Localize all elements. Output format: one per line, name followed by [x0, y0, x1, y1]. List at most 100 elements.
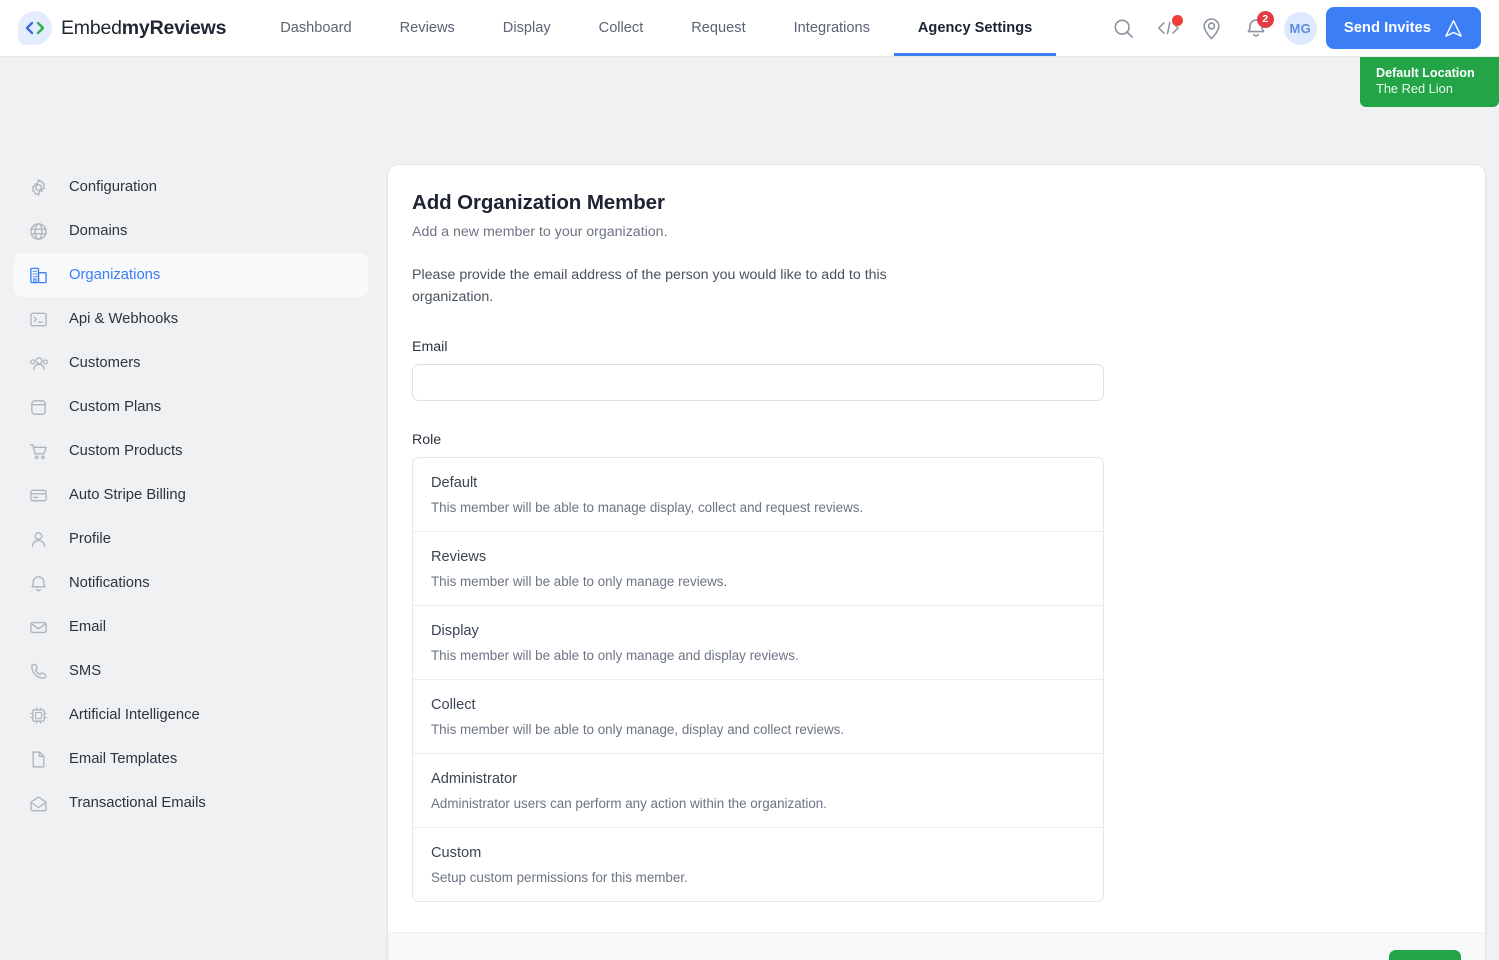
sidebar-item-auto-stripe-billing[interactable]: Auto Stripe Billing [14, 473, 368, 517]
open-envelope-icon [28, 793, 49, 814]
role-option-display[interactable]: Display This member will be able to only… [413, 605, 1103, 679]
search-icon[interactable] [1102, 6, 1146, 50]
settings-sidebar: Configuration Domains Organizations Api … [0, 57, 388, 960]
sidebar-label: Organizations [69, 267, 161, 283]
sidebar-label: Transactional Emails [69, 795, 206, 811]
nav-link-request[interactable]: Request [667, 0, 769, 56]
sidebar-item-organizations[interactable]: Organizations [14, 253, 368, 297]
email-field[interactable] [412, 364, 1104, 401]
sidebar-item-customers[interactable]: Customers [14, 341, 368, 385]
gear-icon [28, 177, 49, 198]
sidebar-item-configuration[interactable]: Configuration [14, 165, 368, 209]
nav-link-dashboard[interactable]: Dashboard [256, 0, 375, 56]
chip-icon [28, 705, 49, 726]
page-title: Add Organization Member [412, 191, 665, 214]
sidebar-item-domains[interactable]: Domains [14, 209, 368, 253]
sidebar-item-email-templates[interactable]: Email Templates [14, 737, 368, 781]
default-location-name: The Red Lion [1376, 81, 1453, 97]
role-option-desc: This member will be able to only manage,… [431, 722, 845, 737]
role-option-name: Display [431, 623, 479, 639]
nav-link-display[interactable]: Display [479, 0, 575, 56]
building-icon [28, 265, 49, 286]
nav-link-collect[interactable]: Collect [575, 0, 668, 56]
sidebar-item-custom-plans[interactable]: Custom Plans [14, 385, 368, 429]
sidebar-label: Artificial Intelligence [69, 707, 200, 723]
location-pin-icon[interactable] [1190, 6, 1234, 50]
role-options-list: Default This member will be able to mana… [412, 457, 1104, 902]
role-option-name: Collect [431, 697, 476, 713]
email-label: Email [412, 339, 448, 355]
code-alert-dot [1171, 15, 1183, 26]
users-icon [28, 353, 49, 374]
sidebar-label: Profile [69, 531, 111, 547]
sidebar-item-profile[interactable]: Profile [14, 517, 368, 561]
sidebar-item-artificial-intelligence[interactable]: Artificial Intelligence [14, 693, 368, 737]
card-footer: Add [388, 932, 1485, 960]
send-invites-button[interactable]: Send Invites [1325, 7, 1481, 49]
sidebar-label: Custom Plans [69, 399, 162, 415]
sidebar-label: SMS [69, 663, 102, 679]
sidebar-item-api-webhooks[interactable]: Api & Webhooks [14, 297, 368, 341]
nav-link-agency-settings[interactable]: Agency Settings [893, 0, 1057, 56]
code-bubble-logo-icon [18, 11, 52, 45]
sidebar-label: Configuration [69, 179, 158, 195]
envelope-icon [28, 617, 49, 638]
sidebar-item-notifications[interactable]: Notifications [14, 561, 368, 605]
role-option-desc: Setup custom permissions for this member… [431, 870, 688, 885]
nav-actions: 2 MG Send Invites [1102, 6, 1481, 50]
role-option-desc: Administrator users can perform any acti… [431, 796, 827, 811]
send-invites-label: Send Invites [1343, 20, 1431, 36]
sidebar-item-custom-products[interactable]: Custom Products [14, 429, 368, 473]
paper-plane-icon [1444, 19, 1463, 38]
notifications-bell-icon[interactable]: 2 [1234, 6, 1278, 50]
box-icon [28, 397, 49, 418]
role-option-name: Default [431, 475, 478, 491]
cart-icon [28, 441, 49, 462]
phone-icon [28, 661, 49, 682]
code-icon[interactable] [1146, 6, 1190, 50]
main-content: Add Organization Member Add a new member… [388, 57, 1499, 960]
document-icon [28, 749, 49, 770]
credit-card-icon [28, 485, 49, 506]
notification-count-badge: 2 [1256, 11, 1274, 28]
page-layout: Configuration Domains Organizations Api … [0, 57, 1499, 960]
role-option-reviews[interactable]: Reviews This member will be able to only… [413, 531, 1103, 605]
role-option-collect[interactable]: Collect This member will be able to only… [413, 679, 1103, 753]
sidebar-label: Custom Products [69, 443, 183, 459]
nav-link-integrations[interactable]: Integrations [770, 0, 894, 56]
page-subtitle: Add a new member to your organization. [412, 224, 668, 240]
brand-name: EmbedmyReviews [61, 17, 226, 40]
card-body: Add Organization Member Add a new member… [388, 165, 1485, 932]
globe-icon [28, 221, 49, 242]
terminal-icon [28, 309, 49, 330]
sidebar-label: Domains [69, 223, 128, 239]
sidebar-label: Auto Stripe Billing [69, 487, 186, 503]
top-navbar: EmbedmyReviews Dashboard Reviews Display… [0, 0, 1499, 108]
role-option-custom[interactable]: Custom Setup custom permissions for this… [413, 827, 1103, 901]
bell-icon [28, 573, 49, 594]
sidebar-item-email[interactable]: Email [14, 605, 368, 649]
user-icon [28, 529, 49, 550]
role-option-name: Reviews [431, 549, 487, 565]
primary-nav: Dashboard Reviews Display Collect Reques… [256, 0, 1057, 56]
avatar[interactable]: MG [1283, 11, 1317, 45]
role-option-desc: This member will be able to manage displ… [431, 500, 864, 515]
role-option-desc: This member will be able to only manage … [431, 574, 728, 589]
instructions-text: Please provide the email address of the … [412, 267, 887, 305]
role-option-default[interactable]: Default This member will be able to mana… [413, 458, 1103, 531]
default-location-title: Default Location [1376, 66, 1475, 80]
sidebar-item-transactional-emails[interactable]: Transactional Emails [14, 781, 368, 825]
role-option-name: Administrator [431, 771, 517, 787]
brand-name-light: Embed [61, 16, 122, 39]
brand-logo-link[interactable]: EmbedmyReviews [18, 0, 226, 56]
default-location-badge[interactable]: Default Location The Red Lion [1360, 57, 1499, 108]
add-organization-member-card: Add Organization Member Add a new member… [388, 165, 1485, 960]
role-option-desc: This member will be able to only manage … [431, 648, 799, 663]
role-option-administrator[interactable]: Administrator Administrator users can pe… [413, 753, 1103, 827]
sidebar-label: Notifications [69, 575, 150, 591]
brand-name-bold: myReviews [121, 16, 227, 39]
sidebar-item-sms[interactable]: SMS [14, 649, 368, 693]
sidebar-label: Email [69, 619, 106, 635]
add-button[interactable]: Add [1388, 950, 1461, 960]
nav-link-reviews[interactable]: Reviews [376, 0, 479, 56]
